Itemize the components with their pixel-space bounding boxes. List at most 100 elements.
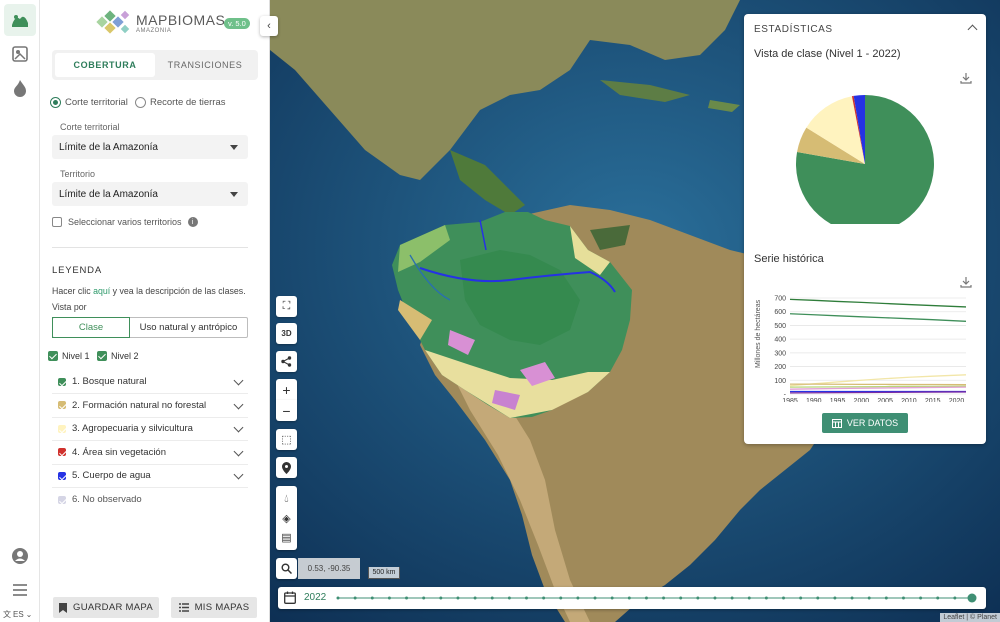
view-use-button[interactable]: Uso natural y antrópico	[130, 318, 247, 337]
chevron-down-icon[interactable]	[233, 422, 244, 433]
save-map-button[interactable]: GUARDAR MAPA	[53, 597, 159, 618]
series-chart-title: Serie histórica	[754, 253, 824, 265]
fullscreen-icon[interactable]: ⛶	[276, 296, 297, 317]
slider-year-tick[interactable]	[405, 596, 409, 600]
slider-year-tick[interactable]	[730, 596, 734, 600]
multi-territory-checkbox[interactable]: Seleccionar varios territorios i	[52, 217, 198, 227]
slider-year-tick[interactable]	[387, 596, 391, 600]
slider-year-tick[interactable]	[696, 596, 700, 600]
territorio-select[interactable]: Límite de la Amazonía	[52, 182, 248, 206]
slider-year-tick[interactable]	[353, 596, 357, 600]
slider-year-tick[interactable]	[336, 596, 340, 600]
legend-item[interactable]: 6. No observado	[52, 488, 248, 512]
slider-year-tick[interactable]	[559, 596, 563, 600]
opacity-drop-icon[interactable]: 💧︎	[284, 493, 288, 506]
slider-year-tick[interactable]	[936, 596, 940, 600]
search-coordinates-icon[interactable]	[276, 558, 297, 579]
calendar-icon[interactable]	[284, 591, 296, 604]
slider-year-tick[interactable]	[422, 596, 426, 600]
slider-year-tick[interactable]	[593, 596, 597, 600]
radio-selected-icon	[50, 97, 61, 108]
layers-icon[interactable]: ◈	[282, 512, 290, 525]
icon-rail: 文 ES ⌄	[0, 0, 40, 622]
slider-year-tick[interactable]	[473, 596, 477, 600]
legend-item[interactable]: 4. Área sin vegetación	[52, 441, 248, 465]
legend-checkbox-icon[interactable]	[58, 471, 66, 480]
chevron-down-icon: ⌄	[25, 610, 33, 619]
slider-year-tick[interactable]	[884, 596, 888, 600]
chevron-down-icon[interactable]	[233, 446, 244, 456]
slider-year-tick[interactable]	[507, 596, 511, 600]
slider-year-tick[interactable]	[901, 596, 905, 600]
legend-checkbox-icon[interactable]	[58, 495, 66, 504]
corte-territorial-select[interactable]: Límite de la Amazonía	[52, 135, 248, 159]
legend-checkbox-icon[interactable]	[58, 401, 66, 409]
account-icon[interactable]	[4, 540, 36, 572]
legend-item[interactable]: 2. Formación natural no forestal	[52, 394, 248, 418]
share-icon[interactable]	[276, 351, 297, 372]
slider-year-tick[interactable]	[764, 596, 768, 600]
tab-cobertura[interactable]: COBERTURA	[55, 53, 155, 77]
slider-year-tick[interactable]	[919, 596, 923, 600]
chevron-down-icon[interactable]	[233, 399, 244, 409]
slider-year-tick[interactable]	[816, 596, 820, 600]
collapse-panel-button[interactable]: ‹	[260, 16, 278, 36]
slider-year-tick[interactable]	[370, 596, 374, 600]
tab-transiciones[interactable]: TRANSICIONES	[155, 53, 255, 77]
coverage-module-icon[interactable]	[4, 4, 36, 36]
slider-year-tick[interactable]	[610, 596, 614, 600]
view-class-button[interactable]: Clase	[52, 317, 130, 338]
area-search-icon[interactable]: ⬚	[276, 429, 297, 450]
slider-year-tick[interactable]	[713, 596, 717, 600]
legend-description-link[interactable]: aquí	[93, 286, 110, 296]
slider-handle[interactable]	[967, 593, 977, 603]
slider-year-tick[interactable]	[679, 596, 683, 600]
slider-year-tick[interactable]	[662, 596, 666, 600]
slider-year-tick[interactable]	[782, 596, 786, 600]
legend-checkbox-icon[interactable]	[58, 448, 66, 456]
legend-checkbox-icon[interactable]	[58, 377, 66, 386]
slider-year-tick[interactable]	[644, 596, 648, 600]
legend-item[interactable]: 5. Cuerpo de agua	[52, 464, 248, 488]
slider-year-tick[interactable]	[850, 596, 854, 600]
basemap-icon[interactable]: ▤	[281, 531, 291, 544]
chevron-down-icon[interactable]	[233, 375, 244, 386]
level2-checkbox[interactable]: Nivel 2	[97, 351, 139, 361]
location-pin-icon[interactable]	[276, 457, 297, 478]
pie-chart	[796, 95, 934, 224]
radio-corte-territorial[interactable]: Corte territorial	[50, 97, 128, 108]
menu-icon[interactable]	[4, 574, 36, 606]
legend-item-label: 5. Cuerpo de agua	[72, 470, 151, 481]
map-compare-icon[interactable]	[4, 38, 36, 70]
slider-year-tick[interactable]	[953, 596, 957, 600]
legend-item[interactable]: 3. Agropecuaria y silvicultura	[52, 417, 248, 441]
zoom-out-icon[interactable]: −	[276, 400, 297, 421]
chevron-up-icon[interactable]	[967, 24, 978, 35]
zoom-in-icon[interactable]: +	[276, 379, 297, 400]
slider-year-tick[interactable]	[799, 596, 803, 600]
fire-icon[interactable]	[4, 72, 36, 104]
slider-year-tick[interactable]	[747, 596, 751, 600]
view-data-button[interactable]: VER DATOS	[822, 413, 908, 433]
slider-year-tick[interactable]	[576, 596, 580, 600]
table-icon	[831, 418, 842, 428]
radio-recorte-tierras[interactable]: Recorte de tierras	[135, 97, 226, 108]
toggle-3d-button[interactable]: 3D	[276, 323, 297, 344]
slider-year-tick[interactable]	[542, 596, 546, 600]
info-icon[interactable]: i	[187, 217, 198, 227]
slider-year-tick[interactable]	[833, 596, 837, 600]
my-maps-button[interactable]: MIS MAPAS	[171, 597, 257, 618]
year-slider[interactable]	[336, 587, 982, 609]
slider-year-tick[interactable]	[867, 596, 871, 600]
slider-year-tick[interactable]	[524, 596, 528, 600]
chevron-down-icon[interactable]	[233, 469, 244, 480]
level1-checkbox[interactable]: Nivel 1	[48, 351, 90, 361]
language-selector[interactable]: 文 ES ⌄	[3, 609, 32, 620]
legend-item[interactable]: 1. Bosque natural	[52, 370, 248, 394]
legend-item-label: 2. Formación natural no forestal	[72, 399, 207, 411]
slider-year-tick[interactable]	[456, 596, 460, 600]
legend-checkbox-icon[interactable]	[58, 424, 66, 433]
slider-year-tick[interactable]	[490, 596, 494, 600]
slider-year-tick[interactable]	[439, 596, 443, 600]
slider-year-tick[interactable]	[627, 596, 631, 600]
